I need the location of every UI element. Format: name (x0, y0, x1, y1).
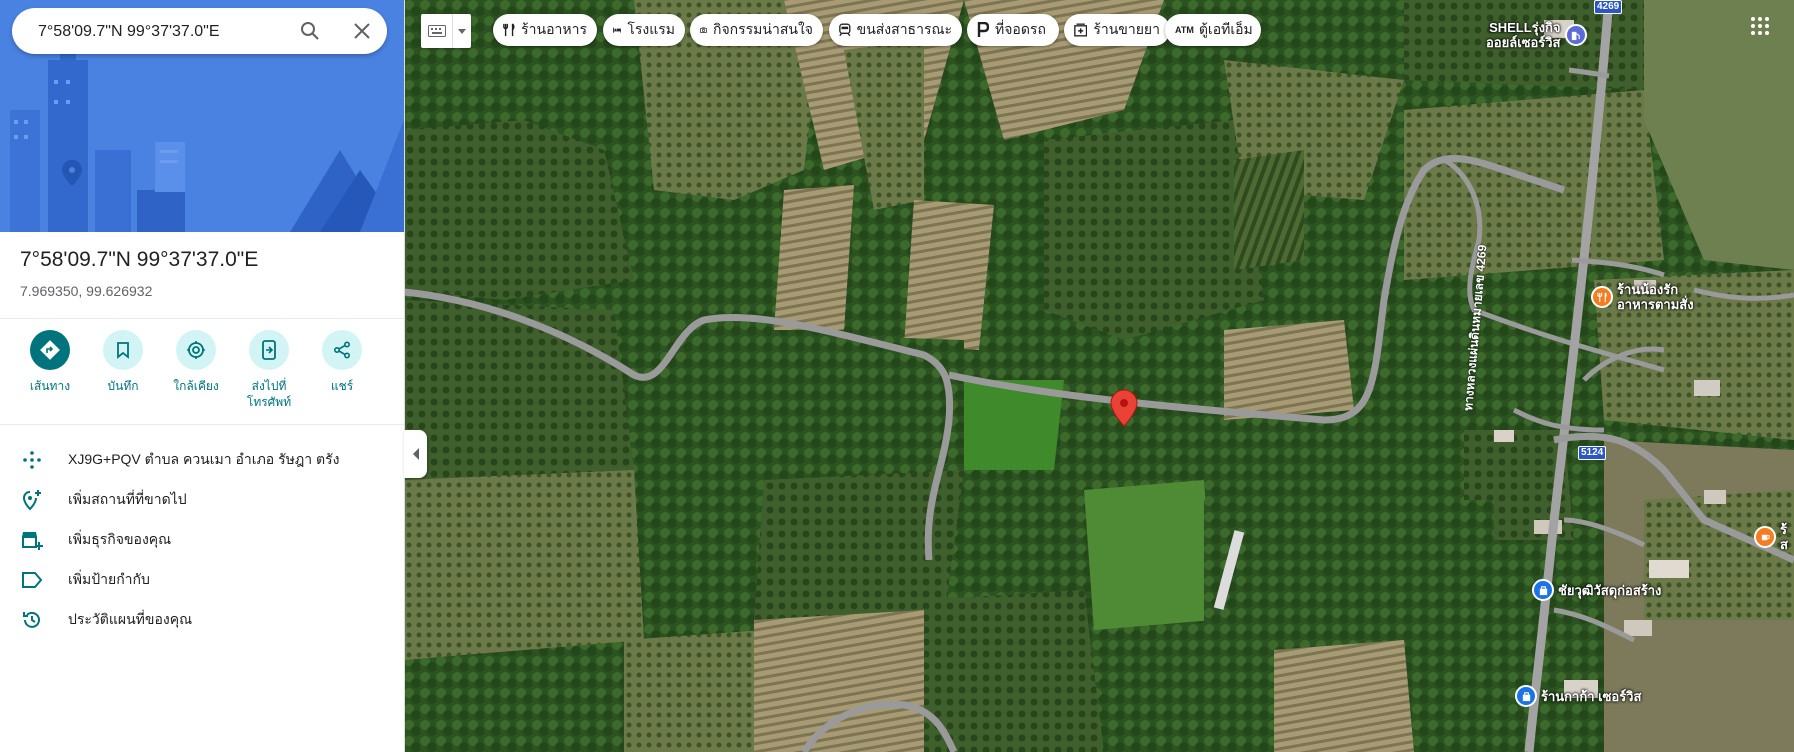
chip-things-to-do[interactable]: กิจกรรมน่าสนใจ (690, 14, 823, 46)
send-to-phone-icon (262, 340, 276, 360)
restaurant-icon (1591, 286, 1613, 308)
action-buttons: เส้นทาง บันทึก ใกล้เคียง ส่งไปที่ โทรศัพ… (20, 330, 390, 420)
divider (0, 318, 404, 319)
chip-label: ที่จอดรถ (995, 21, 1046, 37)
save-button[interactable]: บันทึก (87, 330, 159, 394)
chip-pharmacy[interactable]: ร้านขายยา (1064, 14, 1170, 46)
add-place-icon (20, 488, 44, 512)
atm-icon: ATM (1175, 25, 1194, 35)
chip-atm[interactable]: ATM ตู้เอทีเอ็ม (1165, 14, 1261, 46)
chip-label: ตู้เอทีเอ็ม (1198, 21, 1253, 37)
shopping-bag-icon (1532, 579, 1554, 601)
poi-label: ร้านกาก้า เซอร์วิส (1541, 688, 1642, 704)
satellite-imagery (404, 0, 1794, 752)
plus-code-icon (20, 448, 44, 472)
chip-label: ขนส่งสาธารณะ (856, 21, 952, 37)
camera-icon (700, 27, 707, 33)
history-icon (20, 608, 44, 632)
chip-label: กิจกรรมน่าสนใจ (712, 21, 813, 37)
chip-label: ร้านอาหาร (521, 21, 587, 37)
satellite-map[interactable]: ทางหลวงแผ่นดินหมายเลข 4269 4269 5124 SHE… (404, 0, 1794, 752)
transit-icon (839, 23, 851, 37)
chevron-left-icon (412, 448, 419, 460)
apps-grid-icon[interactable] (1748, 14, 1772, 38)
add-missing-place-row[interactable]: เพิ่มสถานที่ที่ขาดไป (20, 488, 390, 512)
bookmark-icon (117, 342, 129, 359)
share-button[interactable]: แชร์ (306, 330, 378, 394)
maps-history-row[interactable]: ประวัติแผนที่ของคุณ (20, 608, 390, 632)
input-tools-control[interactable] (421, 14, 471, 48)
divider (0, 424, 404, 425)
action-label: บันทึก (107, 379, 139, 393)
plus-code-row[interactable]: XJ9G+PQV ตำบล ควนเมา อำเภอ รัษฎา ตรัง (20, 448, 390, 472)
add-missing-place-text: เพิ่มสถานที่ที่ขาดไป (68, 491, 187, 507)
place-title: 7°58'09.7"N 99°37'37.0"E (20, 248, 259, 271)
poi-chaiwut-construction[interactable]: ชัยวุฒิวัสดุก่อสร้าง (1532, 579, 1661, 601)
search-box (12, 8, 387, 54)
maps-history-text: ประวัติแผนที่ของคุณ (68, 611, 193, 627)
keyboard-icon[interactable] (421, 14, 454, 48)
send-to-phone-button[interactable]: ส่งไปที่ โทรศัพท์ (233, 330, 305, 410)
chip-parking[interactable]: ที่จอดรถ (967, 14, 1059, 46)
poi-label: ร้านน้องรัก อาหารตามสั่ง (1617, 282, 1694, 312)
place-coordinates: 7.969350, 99.626932 (20, 283, 153, 299)
place-sidebar: 7°58'09.7"N 99°37'37.0"E 7.969350, 99.62… (0, 0, 405, 752)
poi-label: SHELLรุ่งกิจ ออยล์เซอร์วิส (1486, 20, 1561, 50)
add-business-text: เพิ่มธุรกิจของคุณ (68, 531, 172, 547)
action-label: เส้นทาง (29, 379, 71, 393)
add-label-row[interactable]: เพิ่มป้ายกำกับ (20, 568, 390, 592)
poi-cafe-partial[interactable]: ร้ ส (1754, 522, 1788, 552)
chip-label: ร้านขายยา (1093, 21, 1160, 37)
gas-station-icon (1564, 24, 1587, 46)
chip-hotels[interactable]: โรงแรม (603, 14, 685, 46)
nearby-button[interactable]: ใกล้เคียง (160, 330, 232, 394)
action-label: แชร์ (330, 379, 354, 393)
poi-label: ร้ ส (1780, 522, 1788, 552)
hotel-icon (613, 27, 622, 33)
restaurant-icon (503, 23, 515, 37)
share-icon (333, 341, 351, 359)
nearby-icon (187, 341, 205, 359)
chevron-down-icon[interactable] (453, 14, 471, 48)
pharmacy-icon (1074, 23, 1088, 37)
add-label-text: เพิ่มป้ายกำกับ (68, 571, 150, 587)
collapse-panel-button[interactable] (404, 430, 427, 478)
directions-button[interactable]: เส้นทาง (14, 330, 86, 394)
poi-restaurant-nong-rak[interactable]: ร้านน้องรัก อาหารตามสั่ง (1591, 282, 1694, 312)
label-icon (20, 568, 44, 592)
poi-label: ชัยวุฒิวัสดุก่อสร้าง (1558, 582, 1662, 598)
road-shield-4269: 4269 (1594, 0, 1623, 14)
action-label: ใกล้เคียง (173, 379, 219, 393)
directions-icon (40, 340, 60, 360)
action-label: ส่งไปที่ โทรศัพท์ (246, 379, 292, 409)
search-input[interactable] (36, 19, 285, 45)
chip-restaurants[interactable]: ร้านอาหาร (493, 14, 597, 46)
add-business-icon (20, 528, 44, 552)
plus-code-text: XJ9G+PQV ตำบล ควนเมา อำเภอ รัษฎา ตรัง (68, 451, 340, 467)
search-icon[interactable] (298, 19, 322, 43)
chip-transit[interactable]: ขนส่งสาธารณะ (829, 14, 962, 46)
chip-label: โรงแรม (627, 21, 675, 37)
add-business-row[interactable]: เพิ่มธุรกิจของคุณ (20, 528, 390, 552)
cafe-icon (1754, 526, 1776, 548)
parking-icon (977, 22, 989, 37)
close-icon[interactable] (350, 19, 374, 43)
poi-shell-gas-station[interactable]: SHELLรุ่งกิจ ออยล์เซอร์วิส (1486, 20, 1587, 50)
road-shield-5124: 5124 (1578, 446, 1607, 460)
poi-kaka-service[interactable]: ร้านกาก้า เซอร์วิส (1515, 685, 1641, 707)
shopping-bag-icon (1515, 685, 1537, 707)
